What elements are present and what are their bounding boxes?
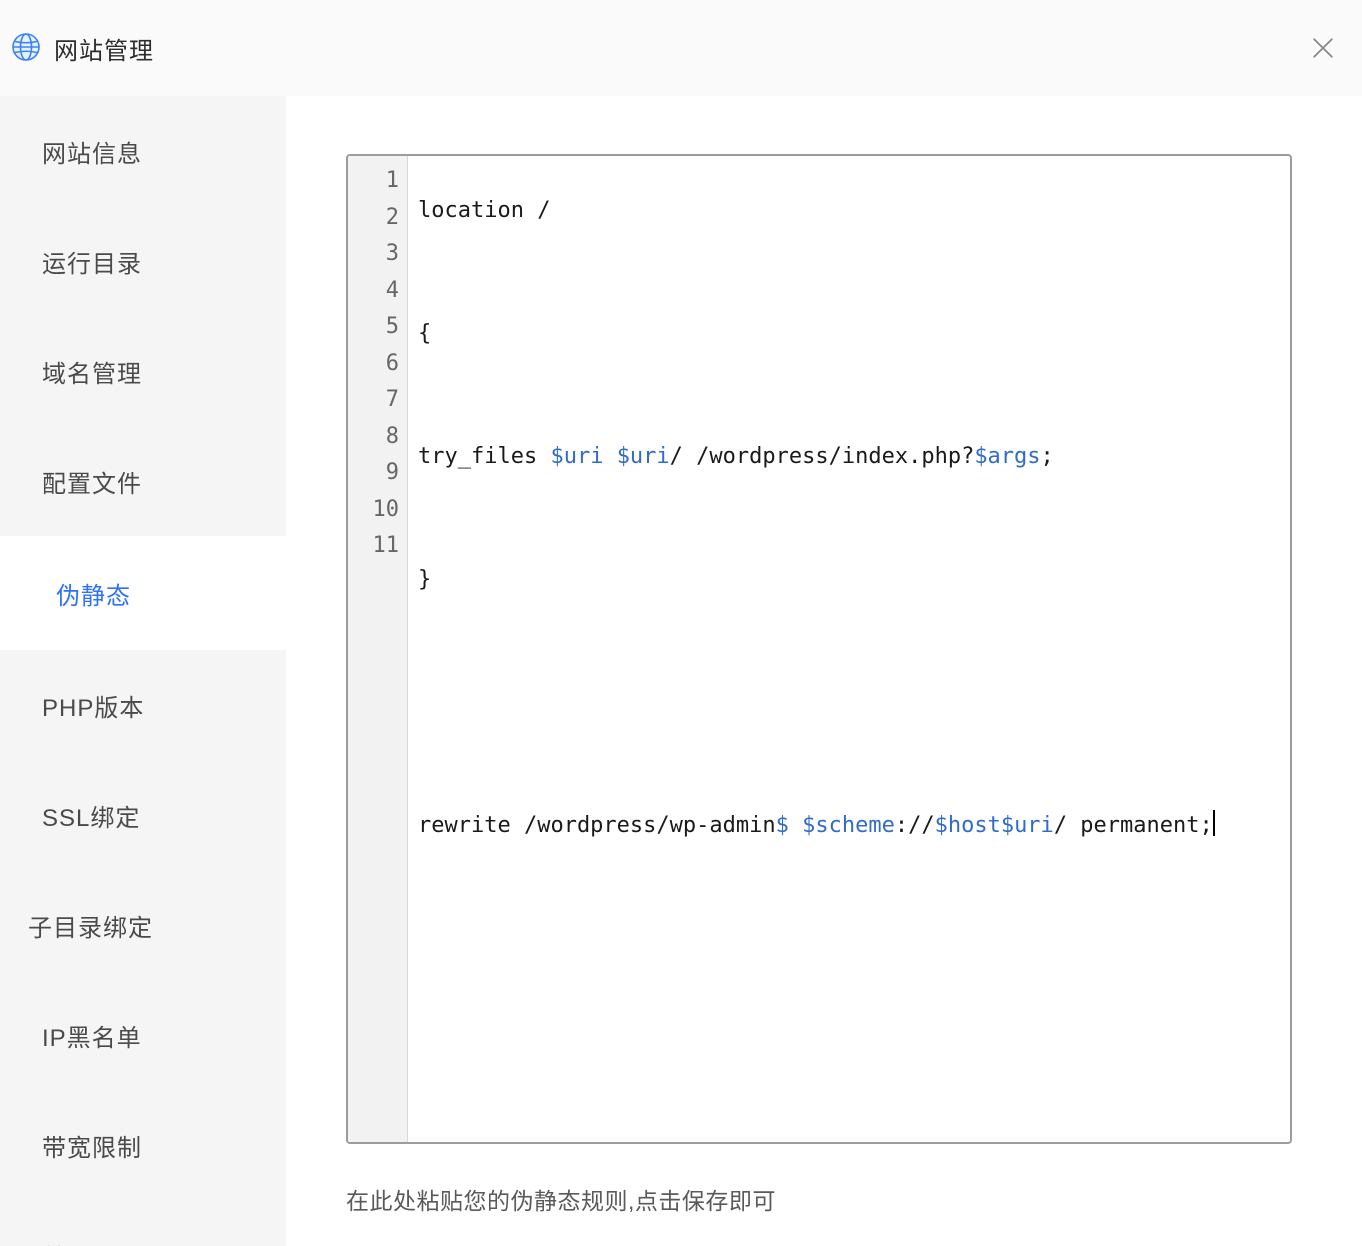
globe-icon (12, 33, 42, 63)
sidebar-item-label: 首页与404 (42, 1238, 160, 1246)
editor-code-area[interactable]: location / { try_files $uri $uri/ /wordp… (408, 156, 1290, 1142)
sidebar-item-php-version[interactable]: PHP版本 (0, 650, 286, 760)
sidebar-item-label: 子目录绑定 (28, 908, 153, 943)
gutter-line-number: 4 (348, 278, 407, 315)
sidebar-item-label: PHP版本 (42, 688, 144, 723)
gutter-line-number: 10 (348, 497, 407, 534)
gutter-line-number: 9 (348, 460, 407, 497)
sidebar-item-site-info[interactable]: 网站信息 (0, 96, 286, 206)
sidebar-item-run-dir[interactable]: 运行目录 (0, 206, 286, 316)
rewrite-rules-editor[interactable]: 1 2 3 4 5 6 7 8 9 10 11 location / { try… (346, 154, 1292, 1144)
sidebar-item-ssl-bind[interactable]: SSL绑定 (0, 760, 286, 870)
gutter-line-number: 5 (348, 314, 407, 351)
gutter-line-number: 6 (348, 351, 407, 388)
gutter-line-number: 3 (348, 241, 407, 278)
main-panel: 1 2 3 4 5 6 7 8 9 10 11 location / { try… (286, 96, 1362, 1246)
dialog-body: 网站信息 运行目录 域名管理 配置文件 伪静态 PHP版本 SSL绑定 子目录绑… (0, 96, 1362, 1246)
sidebar: 网站信息 运行目录 域名管理 配置文件 伪静态 PHP版本 SSL绑定 子目录绑… (0, 96, 286, 1246)
sidebar-item-url-rewrite[interactable]: 伪静态 (0, 536, 286, 650)
sidebar-item-label: SSL绑定 (42, 798, 140, 833)
sidebar-item-label: 域名管理 (42, 354, 142, 389)
gutter-line-number: 1 (348, 168, 407, 205)
site-management-dialog: 网站管理 网站信息 运行目录 域名管理 配置文件 伪静态 PHP版本 SSL绑定… (0, 0, 1362, 1246)
sidebar-item-config-file[interactable]: 配置文件 (0, 426, 286, 536)
gutter-line-number: 2 (348, 205, 407, 242)
sidebar-item-bandwidth-limit[interactable]: 带宽限制 (0, 1090, 286, 1200)
sidebar-item-label: 运行目录 (42, 244, 142, 279)
dialog-header: 网站管理 (0, 0, 1362, 96)
close-button[interactable] (1310, 35, 1336, 61)
dialog-title: 网站管理 (54, 31, 154, 66)
sidebar-item-domain-mgmt[interactable]: 域名管理 (0, 316, 286, 426)
sidebar-item-label: IP黑名单 (42, 1018, 142, 1053)
sidebar-item-label: 网站信息 (42, 134, 142, 169)
gutter-line-number: 7 (348, 387, 407, 424)
editor-gutter: 1 2 3 4 5 6 7 8 9 10 11 (348, 156, 408, 1142)
sidebar-item-label: 带宽限制 (42, 1128, 142, 1163)
sidebar-item-subdir-bind[interactable]: 子目录绑定 (0, 870, 286, 980)
gutter-line-number: 8 (348, 424, 407, 461)
sidebar-item-index-404[interactable]: 首页与404 (0, 1200, 286, 1246)
sidebar-item-label: 伪静态 (56, 576, 131, 611)
sidebar-item-label: 配置文件 (42, 464, 142, 499)
gutter-line-number: 11 (348, 533, 407, 570)
sidebar-item-ip-blacklist[interactable]: IP黑名单 (0, 980, 286, 1090)
editor-cursor (1213, 810, 1215, 836)
editor-hint-text: 在此处粘贴您的伪静态规则,点击保存即可 (346, 1182, 1292, 1216)
